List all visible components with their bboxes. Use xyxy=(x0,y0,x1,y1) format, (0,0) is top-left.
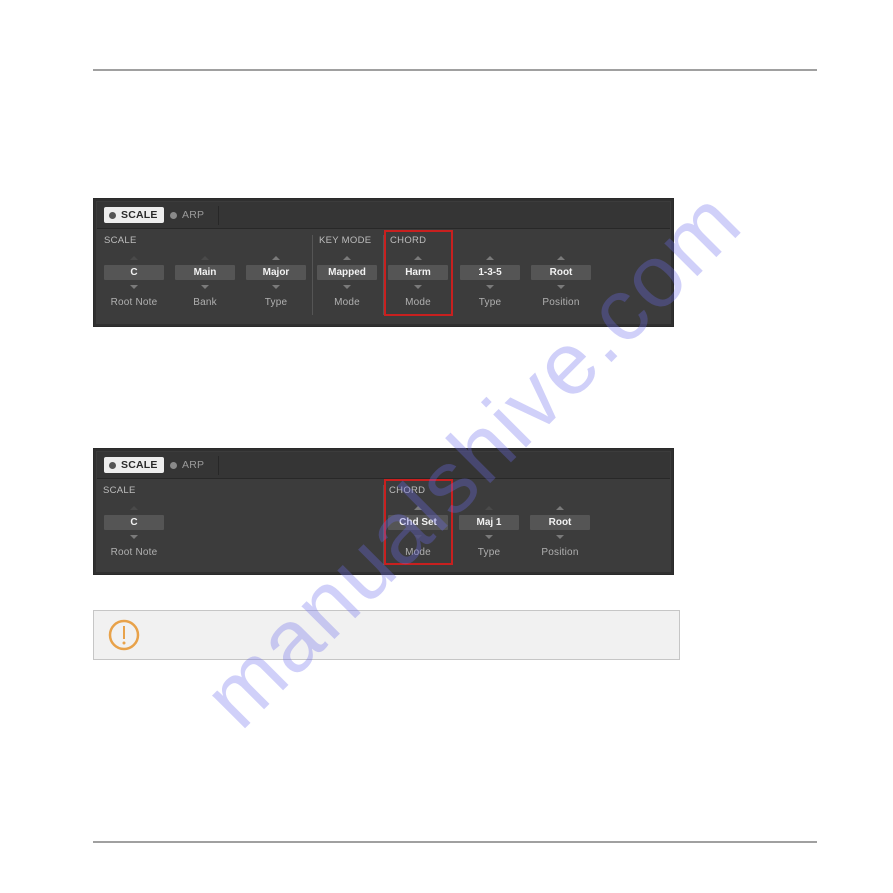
stepper-value[interactable]: C xyxy=(104,265,164,280)
led-icon xyxy=(170,211,177,219)
stepper-label: Position xyxy=(542,297,580,308)
arrow-up-icon[interactable] xyxy=(130,256,138,260)
arrow-up-icon[interactable] xyxy=(272,256,280,260)
scale-type-stepper[interactable]: Major Type xyxy=(245,254,307,312)
arrow-down-icon[interactable] xyxy=(343,285,351,289)
chord-type-stepper[interactable]: 1-3-5 Type xyxy=(459,254,521,312)
section-label-key-mode: KEY MODE xyxy=(319,235,372,246)
led-icon xyxy=(109,461,116,469)
stepper-label: Bank xyxy=(193,297,217,308)
arrow-up-icon[interactable] xyxy=(343,256,351,260)
stepper-value[interactable]: Mapped xyxy=(317,265,377,280)
warning-icon xyxy=(108,619,140,651)
stepper-value[interactable]: Main xyxy=(175,265,235,280)
stepper-label: Mode xyxy=(334,297,360,308)
tab-arp[interactable]: ARP xyxy=(165,207,210,223)
root-note-stepper[interactable]: C Root Note xyxy=(103,254,165,312)
stepper-label: Root Note xyxy=(110,547,158,558)
arrow-up-icon[interactable] xyxy=(486,256,494,260)
chord-type-stepper[interactable]: Maj 1 Type xyxy=(458,504,520,562)
tab-divider xyxy=(218,206,219,225)
stepper-label: Type xyxy=(477,547,501,558)
root-note-stepper[interactable]: C Root Note xyxy=(103,504,165,562)
tab-label: ARP xyxy=(182,459,205,471)
arrow-down-icon[interactable] xyxy=(272,285,280,289)
arrow-up-icon[interactable] xyxy=(485,506,493,510)
tab-scale[interactable]: SCALE xyxy=(104,457,164,473)
chord-position-stepper[interactable]: Root Position xyxy=(530,254,592,312)
arrow-down-icon[interactable] xyxy=(557,285,565,289)
stepper-label: Type xyxy=(264,297,288,308)
stepper-value[interactable]: C xyxy=(104,515,164,530)
stepper-value[interactable]: Root xyxy=(531,265,591,280)
arrow-up-icon[interactable] xyxy=(557,256,565,260)
key-mode-stepper[interactable]: Mapped Mode xyxy=(316,254,378,312)
arrow-down-icon[interactable] xyxy=(485,535,493,539)
highlight-box xyxy=(384,479,453,565)
stepper-label: Root Note xyxy=(110,297,158,308)
section-label-scale: SCALE xyxy=(103,485,136,496)
perform-panel-chord-set-mode: SCALE ARP SCALE CHORD C Root Note Chd Se… xyxy=(93,448,674,575)
chord-position-stepper[interactable]: Root Position xyxy=(529,504,591,562)
tab-bar: SCALE ARP xyxy=(97,452,670,479)
stepper-label: Position xyxy=(541,547,579,558)
arrow-down-icon[interactable] xyxy=(130,535,138,539)
stepper-label: Type xyxy=(478,297,502,308)
arrow-down-icon[interactable] xyxy=(556,535,564,539)
led-icon xyxy=(170,461,177,469)
arrow-up-icon[interactable] xyxy=(201,256,209,260)
arrow-up-icon[interactable] xyxy=(130,506,138,510)
stepper-value[interactable]: Maj 1 xyxy=(459,515,519,530)
tab-bar: SCALE ARP xyxy=(97,202,670,229)
stepper-value[interactable]: Major xyxy=(246,265,306,280)
arrow-down-icon[interactable] xyxy=(130,285,138,289)
tab-label: SCALE xyxy=(121,459,158,471)
stepper-value[interactable]: 1-3-5 xyxy=(460,265,520,280)
bank-stepper[interactable]: Main Bank xyxy=(174,254,236,312)
footer-rule xyxy=(93,841,817,843)
arrow-down-icon[interactable] xyxy=(486,285,494,289)
stepper-value[interactable]: Root xyxy=(530,515,590,530)
tab-divider xyxy=(218,456,219,475)
tab-scale[interactable]: SCALE xyxy=(104,207,164,223)
led-icon xyxy=(109,211,116,219)
header-rule xyxy=(93,69,817,71)
arrow-down-icon[interactable] xyxy=(201,285,209,289)
tab-arp[interactable]: ARP xyxy=(165,457,210,473)
highlight-box xyxy=(384,230,453,316)
tab-label: ARP xyxy=(182,209,205,221)
arrow-up-icon[interactable] xyxy=(556,506,564,510)
warning-callout xyxy=(93,610,680,660)
section-label-scale: SCALE xyxy=(104,235,137,246)
perform-panel-harm-mode: SCALE ARP SCALE KEY MODE CHORD C Root No… xyxy=(93,198,674,327)
tab-label: SCALE xyxy=(121,209,158,221)
